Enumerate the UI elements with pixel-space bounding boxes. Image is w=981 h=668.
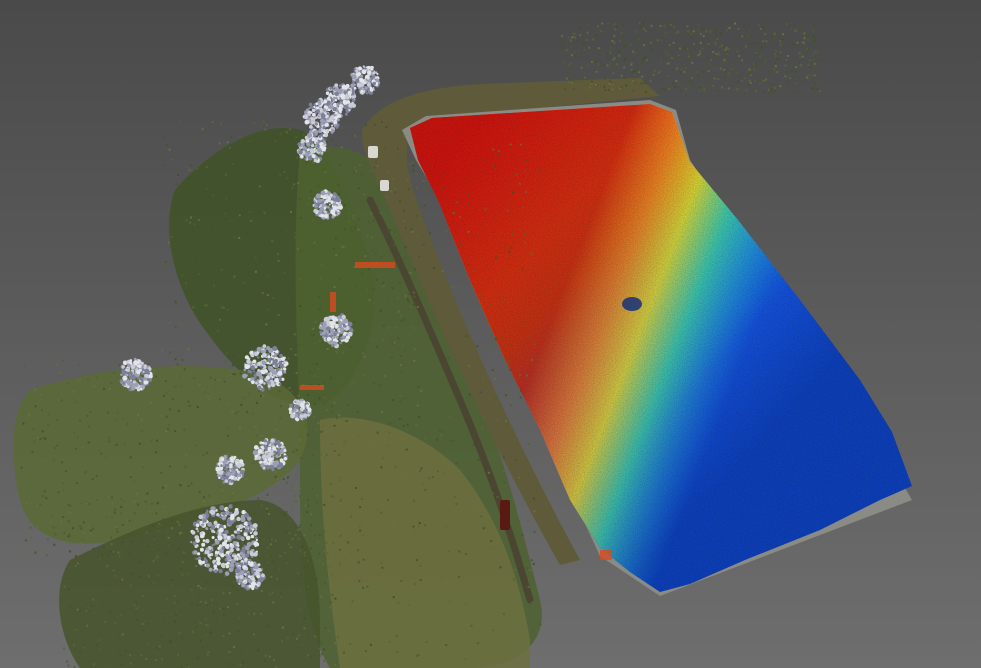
- point-cloud-viewport[interactable]: [0, 0, 981, 668]
- point-cloud-scene: [0, 0, 981, 668]
- depression-marker: [622, 297, 642, 311]
